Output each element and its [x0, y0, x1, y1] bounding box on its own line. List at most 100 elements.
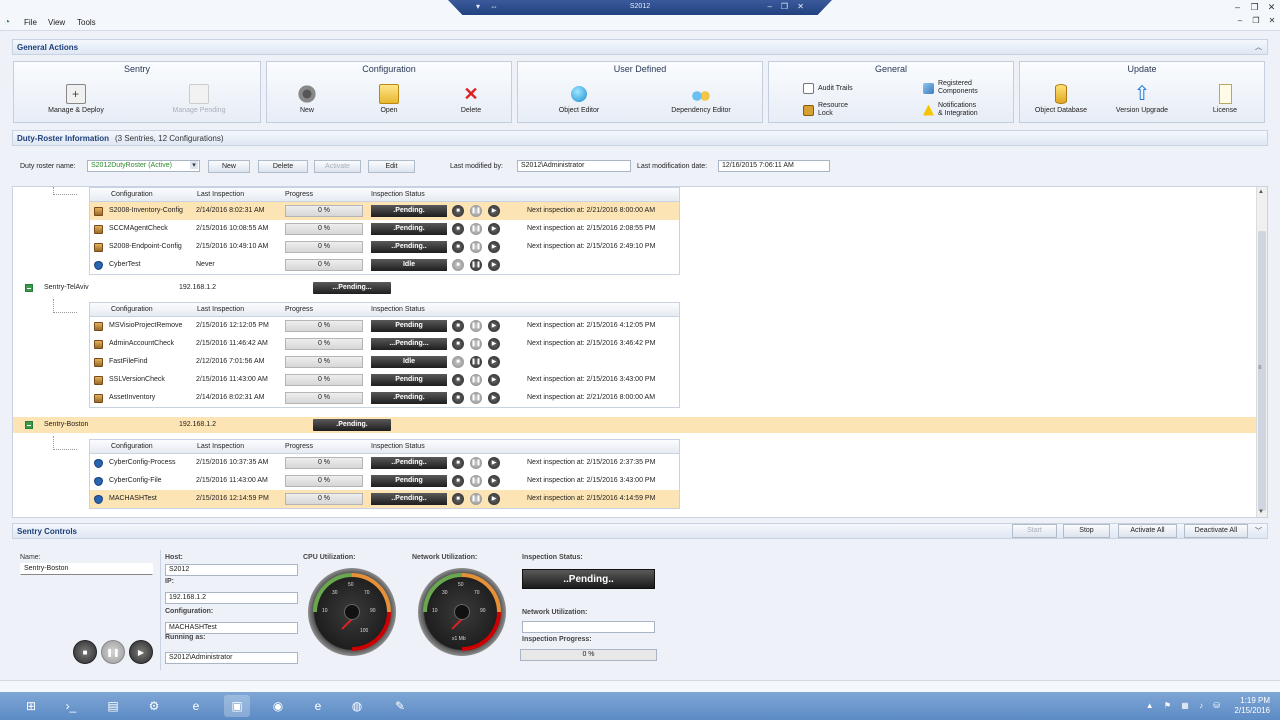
play-icon[interactable]: ▶	[488, 223, 500, 235]
roster-new-button[interactable]: New	[208, 160, 250, 173]
collapse-chevron-icon[interactable]: ︿	[1255, 42, 1262, 52]
config-row[interactable]: MACHASHTest 2/15/2016 12:14:59 PM 0 % ..Pen…	[90, 490, 679, 508]
col-last-inspection[interactable]: Last Inspection	[197, 443, 244, 450]
col-progress[interactable]: Progress	[285, 191, 313, 198]
vertical-scrollbar[interactable]: ▲ ≡ ▼	[1256, 187, 1267, 517]
stop-icon[interactable]: ■	[452, 205, 464, 217]
play-icon[interactable]: ▶	[488, 320, 500, 332]
sentry-row-telaviv[interactable]: Sentry-TelAviv 192.168.1.2 ...Pending...	[13, 280, 1257, 296]
play-icon[interactable]: ▶	[488, 457, 500, 469]
pause-icon[interactable]: ❚❚	[470, 205, 482, 217]
config-row[interactable]: CyberConfig-Process 2/15/2016 10:37:35 AM…	[90, 454, 679, 472]
mdi-minimize-icon[interactable]: –	[1232, 16, 1248, 25]
sentry-row-boston[interactable]: Sentry-Boston 192.168.1.2 .Pending.	[13, 417, 1257, 433]
internet-explorer-icon-2[interactable]: e	[305, 695, 331, 717]
roster-activate-button[interactable]: Activate	[314, 160, 361, 173]
stop-control-button[interactable]: ■	[73, 640, 97, 664]
roster-delete-button[interactable]: Delete	[258, 160, 308, 173]
pause-icon[interactable]: ❚❚	[470, 320, 482, 332]
manage-deploy-button[interactable]: + Manage & Deploy	[44, 84, 108, 114]
pause-icon[interactable]: ❚❚	[470, 356, 482, 368]
mdi-restore-icon[interactable]: ❐	[1248, 16, 1264, 25]
config-row[interactable]: AssetInventory 2/14/2016 8:02:31 AM 0 % .Pe…	[90, 389, 679, 407]
pause-control-button[interactable]: ❚❚	[101, 640, 125, 664]
stop-icon[interactable]: ■	[452, 241, 464, 253]
roster-list[interactable]: Configuration Last Inspection Progress I…	[12, 186, 1268, 518]
col-configuration[interactable]: Configuration	[111, 306, 153, 313]
col-inspection-status[interactable]: Inspection Status	[371, 191, 425, 198]
minimize-window-icon[interactable]: –	[1229, 0, 1246, 14]
license-button[interactable]: License	[1208, 84, 1242, 114]
col-configuration[interactable]: Configuration	[111, 191, 153, 198]
network-tool-icon[interactable]: ⚙	[141, 695, 167, 717]
col-progress[interactable]: Progress	[285, 306, 313, 313]
registered-components-button[interactable]: Registered Components	[923, 80, 978, 96]
scroll-thumb[interactable]	[1258, 231, 1266, 511]
dependency-editor-button[interactable]: Dependency Editor	[666, 84, 736, 114]
stop-icon[interactable]: ■	[452, 493, 464, 505]
minimize-icon[interactable]: –	[768, 2, 772, 11]
stop-icon[interactable]: ■	[452, 259, 464, 271]
version-upgrade-button[interactable]: ⇧ Version Upgrade	[1110, 84, 1174, 114]
play-icon[interactable]: ▶	[488, 259, 500, 271]
close-icon[interactable]: ✕	[797, 2, 804, 11]
play-icon[interactable]: ▶	[488, 475, 500, 487]
object-editor-button[interactable]: Object Editor	[554, 84, 604, 114]
stop-icon[interactable]: ■	[452, 457, 464, 469]
internet-explorer-icon[interactable]: e	[183, 695, 209, 717]
delete-config-button[interactable]: ✕ Delete	[457, 84, 485, 114]
menu-tools[interactable]: Tools	[77, 18, 96, 27]
pause-icon[interactable]: ❚❚	[470, 338, 482, 350]
config-row[interactable]: S2008-Endpoint-Config 2/15/2016 10:49:10 …	[90, 238, 679, 256]
col-last-inspection[interactable]: Last Inspection	[197, 306, 244, 313]
col-inspection-status[interactable]: Inspection Status	[371, 443, 425, 450]
scroll-down-icon[interactable]: ▼	[1258, 509, 1264, 515]
stop-icon[interactable]: ■	[452, 338, 464, 350]
close-window-icon[interactable]: ✕	[1263, 0, 1280, 14]
roster-edit-button[interactable]: Edit	[368, 160, 415, 173]
menu-file[interactable]: File	[24, 18, 37, 27]
pause-icon[interactable]: ❚❚	[470, 241, 482, 253]
pause-icon[interactable]: ❚❚	[470, 223, 482, 235]
stop-icon[interactable]: ■	[452, 356, 464, 368]
config-row[interactable]: SCCMAgentCheck 2/15/2016 10:08:55 AM 0 % .P…	[90, 220, 679, 238]
maximize-window-icon[interactable]: ❐	[1246, 0, 1263, 14]
system-tray-icons[interactable]: ▲ ⚑ ▦ ♪ ⛁	[1146, 701, 1224, 710]
chevron-down-icon[interactable]: ▾	[190, 161, 198, 169]
maximize-icon[interactable]: ❐	[781, 2, 788, 11]
roster-name-select[interactable]: S2012DutyRoster (Active) ▾	[87, 160, 200, 172]
play-icon[interactable]: ▶	[488, 374, 500, 386]
stop-icon[interactable]: ■	[452, 374, 464, 386]
pause-icon[interactable]: ❚❚	[470, 392, 482, 404]
activate-all-button[interactable]: Activate All	[1118, 524, 1177, 538]
collapse-toggle-icon[interactable]	[25, 421, 33, 429]
pause-icon[interactable]: ❚❚	[470, 457, 482, 469]
config-row[interactable]: CyberTest Never 0 % Idle ■ ❚❚ ▶	[90, 256, 679, 274]
play-icon[interactable]: ▶	[488, 356, 500, 368]
play-icon[interactable]: ▶	[488, 205, 500, 217]
play-icon[interactable]: ▶	[488, 392, 500, 404]
powershell-icon[interactable]: ›_	[58, 695, 84, 717]
col-last-inspection[interactable]: Last Inspection	[197, 191, 244, 198]
app-taskbar-icon[interactable]: ▣	[224, 695, 250, 717]
col-configuration[interactable]: Configuration	[111, 443, 153, 450]
pause-icon[interactable]: ❚❚	[470, 493, 482, 505]
mdi-close-icon[interactable]: ✕	[1264, 16, 1280, 25]
play-icon[interactable]: ▶	[488, 493, 500, 505]
resource-lock-button[interactable]: Resource Lock	[803, 102, 848, 118]
tray-clock[interactable]: 1:19 PM 2/15/2016	[1234, 696, 1270, 716]
play-icon[interactable]: ▶	[488, 241, 500, 253]
stop-icon[interactable]: ■	[452, 223, 464, 235]
stop-icon[interactable]: ■	[452, 392, 464, 404]
config-row[interactable]: S2008-Inventory-Config 2/14/2016 8:02:31 …	[90, 202, 679, 220]
acrobat-icon[interactable]: ✎	[387, 695, 413, 717]
object-database-button[interactable]: Object Database	[1030, 84, 1092, 114]
deactivate-all-button[interactable]: Deactivate All	[1184, 524, 1248, 538]
name-field[interactable]: Sentry-Boston	[20, 563, 153, 575]
play-control-button[interactable]: ▶	[129, 640, 153, 664]
col-progress[interactable]: Progress	[285, 443, 313, 450]
pause-icon[interactable]: ❚❚	[470, 475, 482, 487]
stop-icon[interactable]: ■	[452, 320, 464, 332]
audit-trails-button[interactable]: Audit Trails	[803, 83, 853, 94]
scroll-up-icon[interactable]: ▲	[1258, 189, 1264, 195]
